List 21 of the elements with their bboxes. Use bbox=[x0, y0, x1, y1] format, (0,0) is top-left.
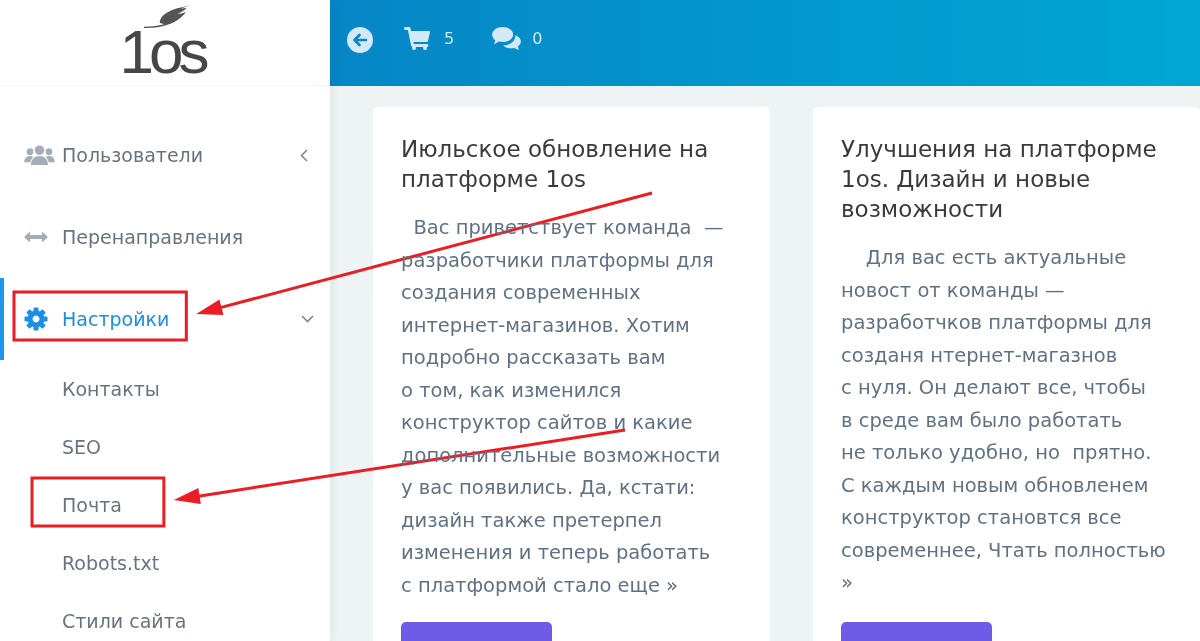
submenu-item[interactable]: Стили сайта bbox=[0, 592, 330, 641]
action-button[interactable] bbox=[841, 622, 992, 641]
sidebar-item[interactable]: Перенаправления bbox=[0, 196, 330, 278]
submenu-item[interactable]: Robots.txt bbox=[0, 534, 330, 592]
submenu-item[interactable]: SEO bbox=[0, 418, 330, 476]
card-title: Июльское обновление на платформе 1os bbox=[401, 135, 710, 194]
card-text: Для вас есть актуальные новост от команды — разработчков платформы для созданя нтернет-магазнов с нуля. Он делают все, чтобы в среде вам было работать не только удобно, но прятно. С каждым новым обновленем конструктор становтся все современнее, Чтать полностью » bbox=[841, 245, 1167, 596]
sidebar-item[interactable]: Пользователи bbox=[0, 114, 330, 196]
logo-text: 1os bbox=[119, 30, 206, 75]
submenu-item[interactable]: Контакты bbox=[0, 360, 330, 418]
back-icon[interactable] bbox=[347, 27, 373, 53]
submenu-item[interactable]: Почта bbox=[0, 476, 330, 534]
chat-bubbles-icon bbox=[492, 27, 522, 50]
action-button[interactable] bbox=[401, 622, 552, 641]
cart-link[interactable]: 5 bbox=[404, 27, 455, 50]
double-arrow-icon bbox=[24, 231, 48, 243]
messages-link[interactable]: 0 bbox=[492, 27, 543, 50]
cart-icon bbox=[404, 27, 430, 50]
users-icon bbox=[24, 145, 55, 165]
card-title: Улучшения на платформе 1os. Дизайн и новые возможности bbox=[841, 135, 1158, 224]
settings-icon bbox=[24, 307, 48, 331]
